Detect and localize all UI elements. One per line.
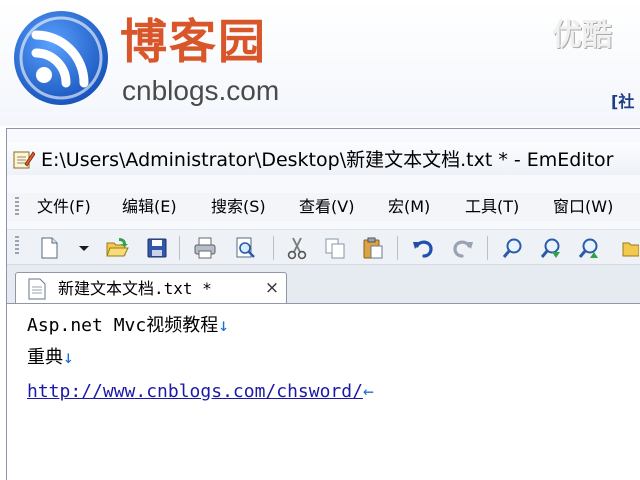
toolbar-grip[interactable] [15,236,19,256]
print-preview-icon[interactable] [233,236,257,260]
document-tab-bar: 新建文本文档.txt * × [7,265,640,304]
url-text[interactable]: http://www.cnblogs.com/chsword/ [27,381,363,402]
newline-mark: ↓ [218,315,230,336]
redo-icon[interactable] [451,236,475,260]
line-text: Asp.net Mvc视频教程 [27,315,219,336]
site-name[interactable]: 博客园 [120,14,267,72]
menu-file[interactable]: 文件(F) [37,197,91,217]
editor-line: 重典↓ [27,346,74,370]
editor-line: Asp.net Mvc视频教程↓ [27,314,229,338]
copy-icon[interactable] [323,236,347,260]
toolbar-separator [487,236,488,260]
toolbar [7,229,640,265]
text-document-icon [28,278,46,300]
emeditor-window: E:\Users\Administrator\Desktop\新建文本文档.tx… [6,128,640,480]
print-icon[interactable] [193,236,217,260]
window-title: E:\Users\Administrator\Desktop\新建文本文档.tx… [41,149,614,171]
find-previous-icon[interactable] [577,236,601,260]
menu-bar: 文件(F) 编辑(E) 搜索(S) 查看(V) 宏(M) 工具(T) 窗口(W) [7,193,640,221]
title-bar[interactable]: E:\Users\Administrator\Desktop\新建文本文档.tx… [7,143,640,175]
toolbar-separator [179,236,180,260]
rss-feed-icon[interactable] [12,9,110,107]
newline-mark: ↓ [63,347,74,368]
document-tab[interactable]: 新建文本文档.txt * × [15,272,287,304]
editor-line: http://www.cnblogs.com/chsword/← [27,380,374,404]
text-editor-area[interactable]: Asp.net Mvc视频教程↓ 重典↓ http://www.cnblogs.… [7,303,640,480]
eof-mark: ← [362,381,374,402]
document-tab-label: 新建文本文档.txt * [58,279,212,298]
dropdown-arrow-icon[interactable] [77,236,91,260]
save-icon[interactable] [145,236,169,260]
menu-search[interactable]: 搜索(S) [211,197,266,217]
cut-icon[interactable] [285,236,309,260]
paste-icon[interactable] [361,236,385,260]
blog-banner: 博客园 cnblogs.com [社 优酷 [0,0,640,126]
menu-edit[interactable]: 编辑(E) [122,197,177,217]
toolbar-separator [397,236,398,260]
video-watermark: 优酷 [552,18,612,53]
menu-grip[interactable] [15,197,19,217]
menu-tools[interactable]: 工具(T) [465,197,519,217]
new-file-icon[interactable] [37,236,61,260]
menu-macro[interactable]: 宏(M) [388,197,430,217]
notepad-pencil-icon [13,151,35,169]
nav-link-fragment[interactable]: [社 [611,88,634,112]
line-text: 重典 [27,347,63,368]
toolbar-separator [273,236,274,260]
site-domain[interactable]: cnblogs.com [122,74,279,108]
folder-icon[interactable] [621,236,639,260]
close-tab-icon[interactable]: × [261,277,283,299]
menu-view[interactable]: 查看(V) [299,197,354,217]
find-next-icon[interactable] [539,236,563,260]
find-icon[interactable] [501,236,525,260]
undo-icon[interactable] [411,236,435,260]
open-folder-icon[interactable] [105,236,129,260]
menu-window[interactable]: 窗口(W) [553,197,613,217]
